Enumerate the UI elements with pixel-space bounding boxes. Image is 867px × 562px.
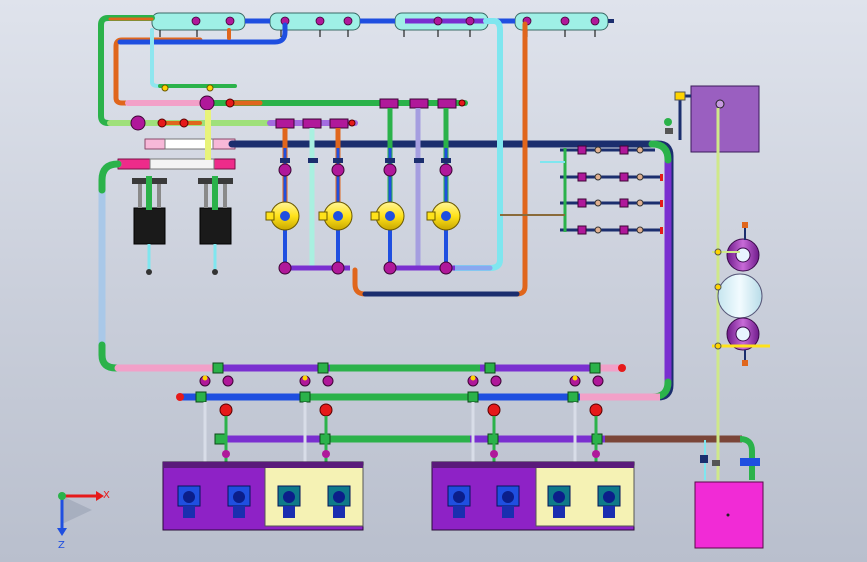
valve-icon[interactable] (589, 403, 603, 417)
top-header-row (151, 12, 614, 37)
valve-icon[interactable] (130, 115, 146, 131)
valve-icon[interactable] (577, 225, 587, 235)
valve-icon[interactable] (225, 98, 235, 108)
pump-icon[interactable] (318, 201, 353, 231)
valve-icon[interactable] (331, 261, 345, 275)
skid-left[interactable] (162, 461, 364, 531)
valve-icon[interactable] (619, 198, 629, 208)
header-valve-icon[interactable] (315, 16, 325, 26)
axis-x-label: X (103, 490, 110, 501)
skid-right[interactable] (431, 461, 635, 531)
valve-icon[interactable] (222, 375, 234, 387)
tank-icon[interactable] (726, 238, 760, 272)
header-valve-icon[interactable] (590, 16, 600, 26)
pump-row (265, 201, 461, 231)
valve-icon[interactable] (278, 163, 292, 177)
filter-unit-1[interactable] (132, 176, 167, 275)
valve-icon[interactable] (319, 403, 333, 417)
valve-icon[interactable] (458, 99, 466, 107)
valve-icon[interactable] (490, 375, 502, 387)
skid-feed-valves (199, 375, 604, 462)
header-valve-icon[interactable] (343, 16, 353, 26)
valve-icon[interactable] (157, 118, 167, 128)
manifold-junctions (195, 362, 603, 445)
valve-icon[interactable] (278, 261, 292, 275)
pipe-green-loop-bottom (98, 341, 120, 372)
pipe-green-corner-right (648, 140, 672, 164)
coordinate-triad-icon: X Z (57, 490, 110, 551)
valve-icon[interactable] (219, 403, 233, 417)
valve-icon[interactable] (199, 95, 215, 111)
filter-unit-2[interactable] (198, 176, 233, 275)
pipe-green-loop-start (98, 160, 122, 194)
piping-diagram-canvas[interactable]: X Z (0, 0, 867, 562)
pump-icon[interactable] (265, 201, 300, 231)
valve-icon[interactable] (619, 172, 629, 182)
valve-icon[interactable] (592, 375, 604, 387)
tank-icon[interactable] (690, 85, 760, 153)
valve-icon[interactable] (322, 375, 334, 387)
valve-icon[interactable] (439, 163, 453, 177)
pump-feed-pipes (205, 108, 455, 271)
valve-icon[interactable] (383, 163, 397, 177)
valve-icon[interactable] (577, 145, 587, 155)
valve-icon[interactable] (439, 261, 453, 275)
header-valve-icon[interactable] (433, 16, 443, 26)
pipe-orange-loop (113, 37, 203, 106)
pump-icon[interactable] (370, 201, 405, 231)
header-valve-icon[interactable] (225, 16, 235, 26)
pump-inlet-valves (278, 158, 453, 275)
filter-units (132, 176, 233, 275)
pipe-green-outer (98, 15, 155, 126)
valve-icon[interactable] (331, 163, 345, 177)
axis-z-label: Z (58, 540, 65, 551)
valve-icon[interactable] (577, 172, 587, 182)
pump-icon[interactable] (426, 201, 461, 231)
header-valve-icon[interactable] (191, 16, 201, 26)
cad-viewport[interactable]: X Z (0, 0, 867, 562)
header-valve-icon[interactable] (560, 16, 570, 26)
valve-icon[interactable] (577, 198, 587, 208)
valve-icon[interactable] (383, 261, 397, 275)
valve-icon[interactable] (161, 84, 169, 92)
valve-icon[interactable] (619, 145, 629, 155)
valve-icon[interactable] (179, 118, 189, 128)
valve-icon[interactable] (348, 119, 356, 127)
header-valve-icon[interactable] (465, 16, 475, 26)
valve-icon[interactable] (487, 403, 501, 417)
valve-icon[interactable] (206, 84, 214, 92)
valve-icon[interactable] (619, 225, 629, 235)
block-white-2 (149, 158, 215, 170)
